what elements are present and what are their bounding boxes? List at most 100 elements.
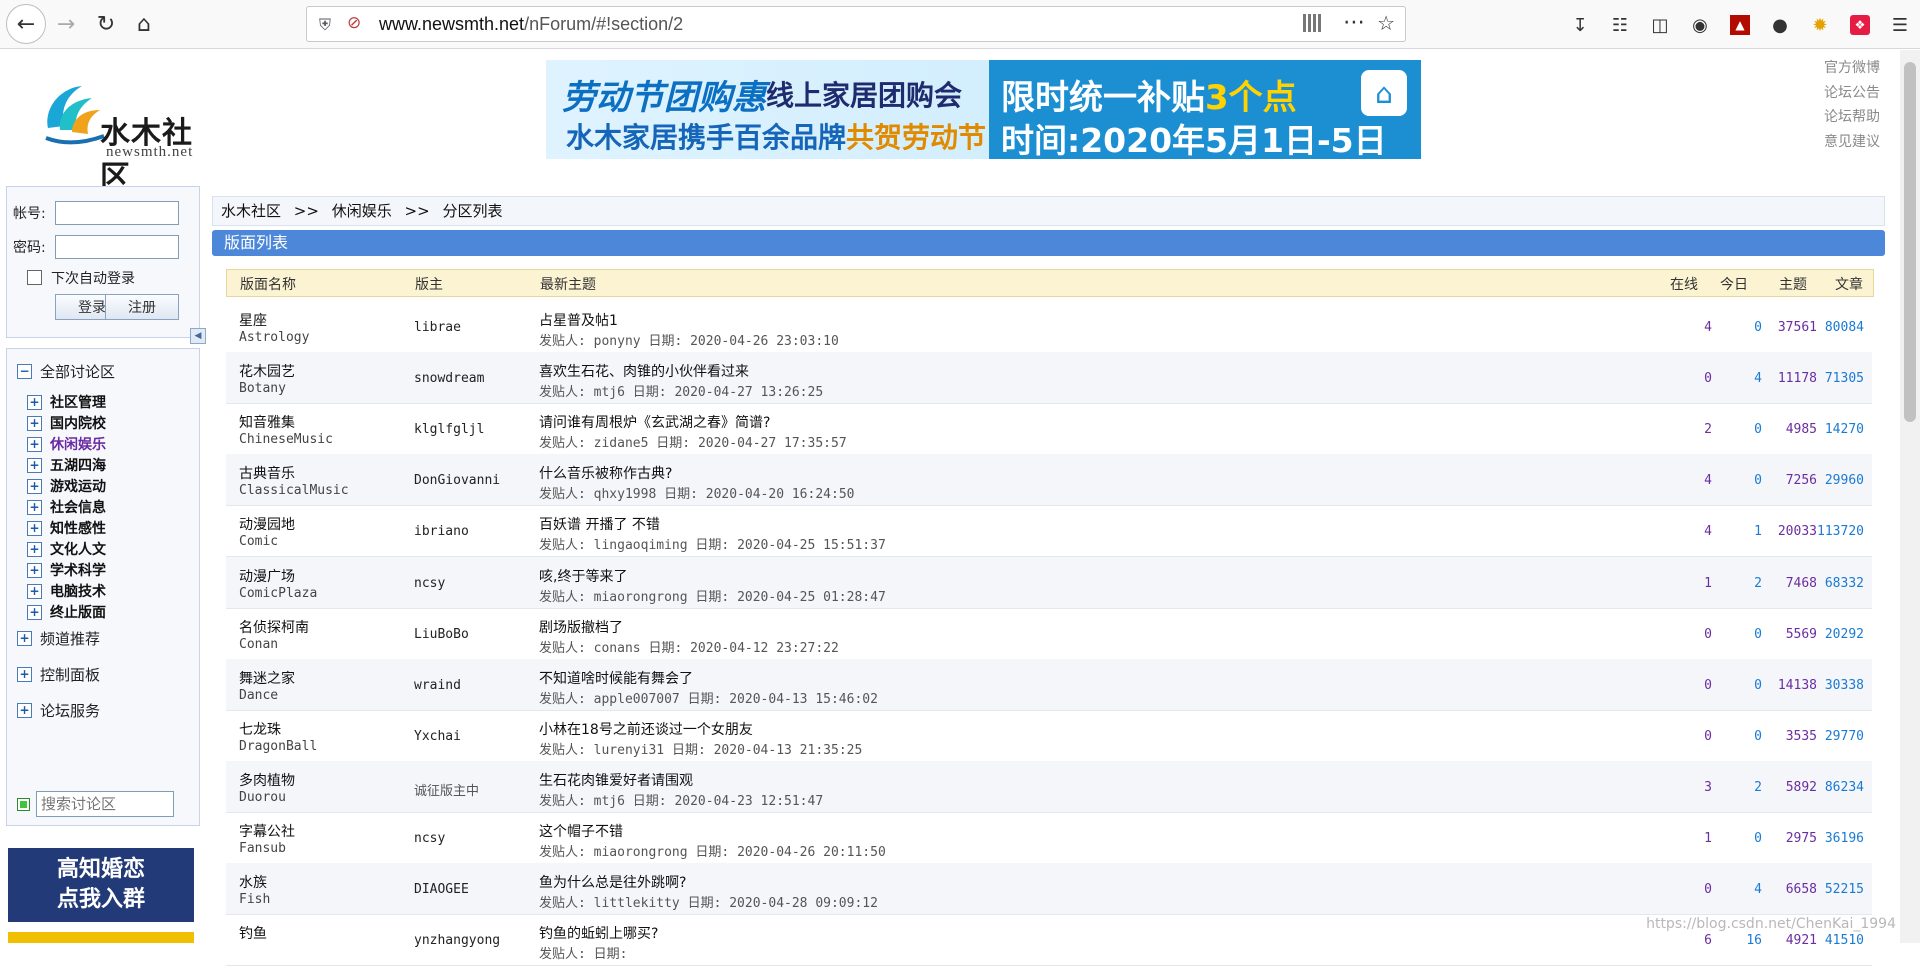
latest-topic-link[interactable]: 这个帽子不错 [539, 821, 623, 841]
plus-icon[interactable]: + [17, 631, 32, 646]
plus-icon[interactable]: + [27, 436, 42, 452]
latest-topic-link[interactable]: 请问谁有周根炉《玄武湖之春》简谱? [539, 412, 770, 432]
collapse-sidebar-icon[interactable]: ◀ [190, 328, 206, 344]
plus-icon[interactable]: + [27, 457, 42, 473]
site-logo[interactable]: 水木社区 newsmth.net [42, 78, 222, 195]
moderator-link[interactable]: Yxchai [414, 729, 461, 744]
plus-icon[interactable]: + [27, 604, 42, 620]
nav-section-8[interactable]: + 学术科学 [27, 560, 106, 580]
board-name-link[interactable]: 钓鱼 [239, 923, 267, 943]
poster-link[interactable]: miaorongrong [594, 845, 688, 860]
board-name-link[interactable]: 花木园艺 [239, 361, 295, 381]
poster-link[interactable]: littlekitty [594, 896, 680, 911]
nav-section-10[interactable]: + 终止版面 [27, 602, 106, 622]
extension-balls-icon[interactable]: ● [1760, 10, 1800, 40]
poster-link[interactable]: lingaoqiming [594, 538, 688, 553]
plus-icon[interactable]: + [27, 499, 42, 515]
poster-link[interactable]: lurenyi31 [594, 743, 664, 758]
nav-section-2[interactable]: + 休闲娱乐 [27, 434, 106, 454]
board-name-link[interactable]: 七龙珠 [239, 719, 281, 739]
bookmark-star-icon[interactable]: ☆ [1377, 11, 1395, 35]
moderator-link[interactable]: ncsy [414, 831, 445, 846]
scrollbar-thumb[interactable] [1904, 62, 1916, 422]
address-bar[interactable]: ⛨ ⊘ www.newsmth.net/nForum/#!section/2 ⋯… [306, 6, 1406, 42]
board-name-link[interactable]: 古典音乐 [239, 463, 295, 483]
moderator-link[interactable]: wraind [414, 678, 461, 693]
library-icon[interactable]: ☷ [1600, 10, 1640, 40]
ad-banner[interactable]: 高知婚恋 点我入群 [8, 848, 194, 922]
download-icon[interactable]: ↧ [1560, 10, 1600, 40]
board-name-link[interactable]: 舞迷之家 [239, 668, 295, 688]
latest-topic-link[interactable]: 鱼为什么总是往外跳啊? [539, 872, 686, 892]
pdf-extension-icon[interactable]: ▲ [1720, 10, 1760, 40]
breadcrumb-home[interactable]: 水木社区 [221, 202, 281, 220]
moderator-link[interactable]: DIAOGEE [414, 882, 469, 897]
breadcrumb-section[interactable]: 休闲娱乐 [332, 202, 392, 220]
moderator-link[interactable]: ynzhangyong [414, 933, 500, 948]
plus-icon[interactable]: + [27, 541, 42, 557]
home-button[interactable]: ⌂ [126, 6, 162, 42]
minus-icon[interactable]: − [17, 364, 32, 379]
moderator-link[interactable]: LiuBoBo [414, 627, 469, 642]
board-name-link[interactable]: 星座 [239, 310, 267, 330]
board-name-link[interactable]: 字幕公社 [239, 821, 295, 841]
plus-icon[interactable]: + [27, 478, 42, 494]
poster-link[interactable]: conans [594, 641, 641, 656]
plus-icon[interactable]: + [27, 562, 42, 578]
nav-section-6[interactable]: + 知性感性 [27, 518, 106, 538]
moderator-link[interactable]: ibriano [414, 524, 469, 539]
poster-link[interactable]: ponyny [594, 334, 641, 349]
board-name-link[interactable]: 名侦探柯南 [239, 617, 309, 637]
link-feedback[interactable]: 意见建议 [1824, 130, 1880, 155]
nav-control-panel[interactable]: + 控制面板 [17, 664, 100, 685]
moderator-link[interactable]: klglfgljl [414, 422, 484, 437]
extension-red-icon[interactable]: ❖ [1840, 10, 1880, 40]
page-actions-icon[interactable]: ⋯ [1343, 10, 1365, 35]
extension-pinwheel-icon[interactable]: ✹ [1800, 10, 1840, 40]
board-name-link[interactable]: 水族 [239, 872, 267, 892]
sidebar-icon[interactable]: ◫ [1640, 10, 1680, 40]
nav-section-4[interactable]: + 游戏运动 [27, 476, 106, 496]
account-input[interactable] [55, 201, 179, 225]
latest-topic-link[interactable]: 小林在18号之前还谈过一个女朋友 [539, 719, 753, 739]
nav-section-7[interactable]: + 文化人文 [27, 539, 106, 559]
nav-section-0[interactable]: + 社区管理 [27, 392, 106, 412]
plus-icon[interactable]: + [17, 703, 32, 718]
poster-link[interactable]: mtj6 [594, 794, 625, 809]
latest-topic-link[interactable]: 喜欢生石花、肉锥的小伙伴看过来 [539, 361, 749, 381]
page-scrollbar[interactable] [1900, 50, 1920, 943]
url-text[interactable]: www.newsmth.net/nForum/#!section/2 [379, 14, 683, 35]
nav-section-3[interactable]: + 五湖四海 [27, 455, 106, 475]
board-name-link[interactable]: 知音雅集 [239, 412, 295, 432]
link-announcement[interactable]: 论坛公告 [1824, 81, 1880, 106]
poster-link[interactable]: mtj6 [594, 385, 625, 400]
nav-all-sections[interactable]: − 全部讨论区 [17, 361, 115, 382]
latest-topic-link[interactable]: 不知道啥时候能有舞会了 [539, 668, 693, 688]
moderator-link[interactable]: ncsy [414, 576, 445, 591]
plus-icon[interactable]: + [27, 415, 42, 431]
plus-icon[interactable]: + [27, 583, 42, 599]
back-button[interactable]: ← [6, 4, 46, 44]
link-help[interactable]: 论坛帮助 [1824, 105, 1880, 130]
nav-section-1[interactable]: + 国内院校 [27, 413, 106, 433]
moderator-link[interactable]: librae [414, 320, 461, 335]
poster-link[interactable]: qhxy1998 [594, 487, 657, 502]
board-name-link[interactable]: 动漫广场 [239, 566, 295, 586]
qr-code-icon[interactable] [1303, 14, 1321, 32]
account-icon[interactable]: ◉ [1680, 10, 1720, 40]
password-input[interactable] [55, 235, 179, 259]
ad-banner-2[interactable] [8, 932, 194, 943]
moderator-link[interactable]: DonGiovanni [414, 473, 500, 488]
reload-button[interactable]: ↻ [88, 6, 124, 42]
plus-icon[interactable]: + [27, 394, 42, 410]
latest-topic-link[interactable]: 什么音乐被称作古典? [539, 463, 672, 483]
section-search-input[interactable] [36, 791, 174, 817]
moderator-link[interactable]: snowdream [414, 371, 484, 386]
promo-banner[interactable]: 劳动节团购惠 线上家居团购会 水木家居携手百余品牌共贺劳动节 限时统一补贴3个点… [546, 60, 1421, 159]
forward-button[interactable]: → [48, 6, 84, 42]
latest-topic-link[interactable]: 生石花肉锥爱好者请围观 [539, 770, 693, 790]
board-name-link[interactable]: 多肉植物 [239, 770, 295, 790]
nav-section-9[interactable]: + 电脑技术 [27, 581, 106, 601]
moderator-link[interactable]: 诚征版主中 [414, 780, 479, 799]
latest-topic-link[interactable]: 占星普及帖1 [539, 310, 618, 330]
